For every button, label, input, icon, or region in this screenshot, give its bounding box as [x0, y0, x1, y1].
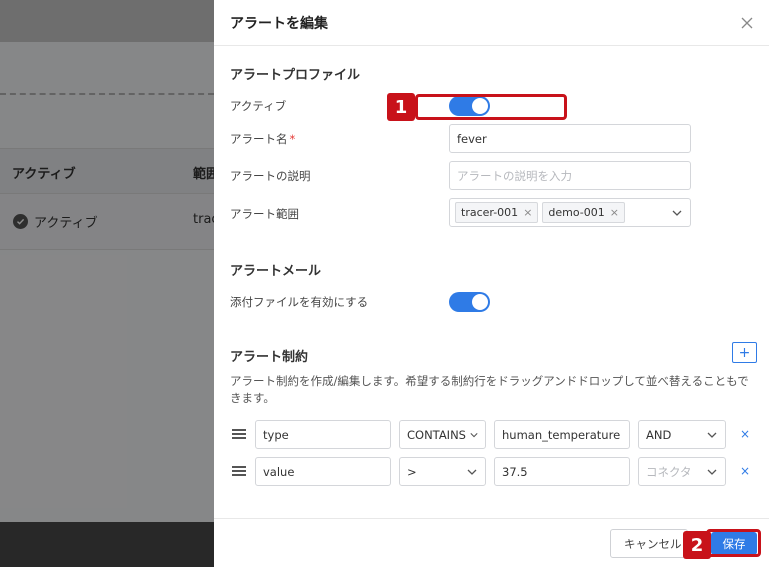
constraint-value-input[interactable]: human_temperature — [494, 420, 630, 449]
chevron-down-icon — [707, 469, 717, 475]
constraint-connector-select[interactable]: コネクタ — [638, 457, 726, 486]
scope-tag-label: tracer-001 — [461, 206, 519, 219]
modal-title: アラートを編集 — [230, 15, 328, 32]
alert-scope-select[interactable]: tracer-001 × demo-001 × — [449, 198, 691, 227]
annotation-highlight-2 — [706, 529, 761, 557]
constraints-description: アラート制約を作成/編集します。希望する制約行をドラッグアンドドロップして並べ替… — [230, 374, 749, 405]
chevron-down-icon — [707, 432, 717, 438]
chevron-down-icon — [467, 469, 477, 475]
constraint-value-input[interactable]: 37.5 — [494, 457, 630, 486]
constraints-section-title: アラート制約 — [230, 350, 309, 365]
scope-label: アラート範囲 — [230, 207, 299, 221]
drag-handle-icon[interactable] — [232, 466, 246, 476]
constraint-operator-select[interactable]: CONTAINS — [399, 420, 486, 449]
scope-tag: tracer-001 × — [455, 202, 539, 223]
constraint-connector-select[interactable]: AND — [638, 420, 726, 449]
profile-section-title: アラートプロファイル — [230, 68, 361, 83]
constraint-operator-select[interactable]: > — [399, 457, 486, 486]
operator-value: > — [407, 464, 417, 479]
delete-constraint-icon[interactable]: × — [740, 427, 750, 441]
alert-name-input[interactable]: fever — [449, 124, 691, 153]
constraint-field-input[interactable]: value — [255, 457, 391, 486]
mail-section-title: アラートメール — [230, 264, 322, 279]
annotation-marker-1: 1 — [387, 93, 415, 121]
connector-placeholder: コネクタ — [646, 464, 692, 479]
edit-alert-modal: アラートを編集 アラートプロファイル アクティブ アラート名 * fever アラ… — [214, 0, 769, 567]
toggle-knob — [472, 294, 488, 310]
name-label: アラート名 * — [230, 131, 295, 147]
attachment-toggle[interactable] — [449, 292, 490, 312]
name-label-text: アラート名 — [230, 132, 288, 146]
close-icon[interactable] — [739, 15, 755, 31]
active-label: アクティブ — [230, 99, 287, 113]
operator-value: CONTAINS — [407, 427, 466, 442]
constraint-field-input[interactable]: type — [255, 420, 391, 449]
delete-constraint-icon[interactable]: × — [740, 464, 750, 478]
tag-remove-icon[interactable]: × — [610, 206, 619, 219]
add-constraint-button[interactable]: + — [732, 342, 757, 363]
alert-description-input[interactable]: アラートの説明を入力 — [449, 161, 691, 190]
scope-tag: demo-001 × — [542, 202, 625, 223]
drag-handle-icon[interactable] — [232, 429, 246, 439]
connector-value: AND — [646, 427, 672, 442]
chevron-down-icon — [672, 210, 682, 216]
scope-tag-label: demo-001 — [548, 206, 605, 219]
description-label: アラートの説明 — [230, 169, 311, 183]
required-mark: * — [289, 132, 296, 146]
tag-remove-icon[interactable]: × — [523, 206, 532, 219]
modal-header: アラートを編集 — [214, 0, 769, 46]
chevron-down-icon — [470, 432, 478, 437]
annotation-highlight-1 — [415, 94, 567, 120]
attachment-label: 添付ファイルを有効にする — [230, 295, 369, 309]
cancel-button[interactable]: キャンセル — [610, 529, 688, 558]
